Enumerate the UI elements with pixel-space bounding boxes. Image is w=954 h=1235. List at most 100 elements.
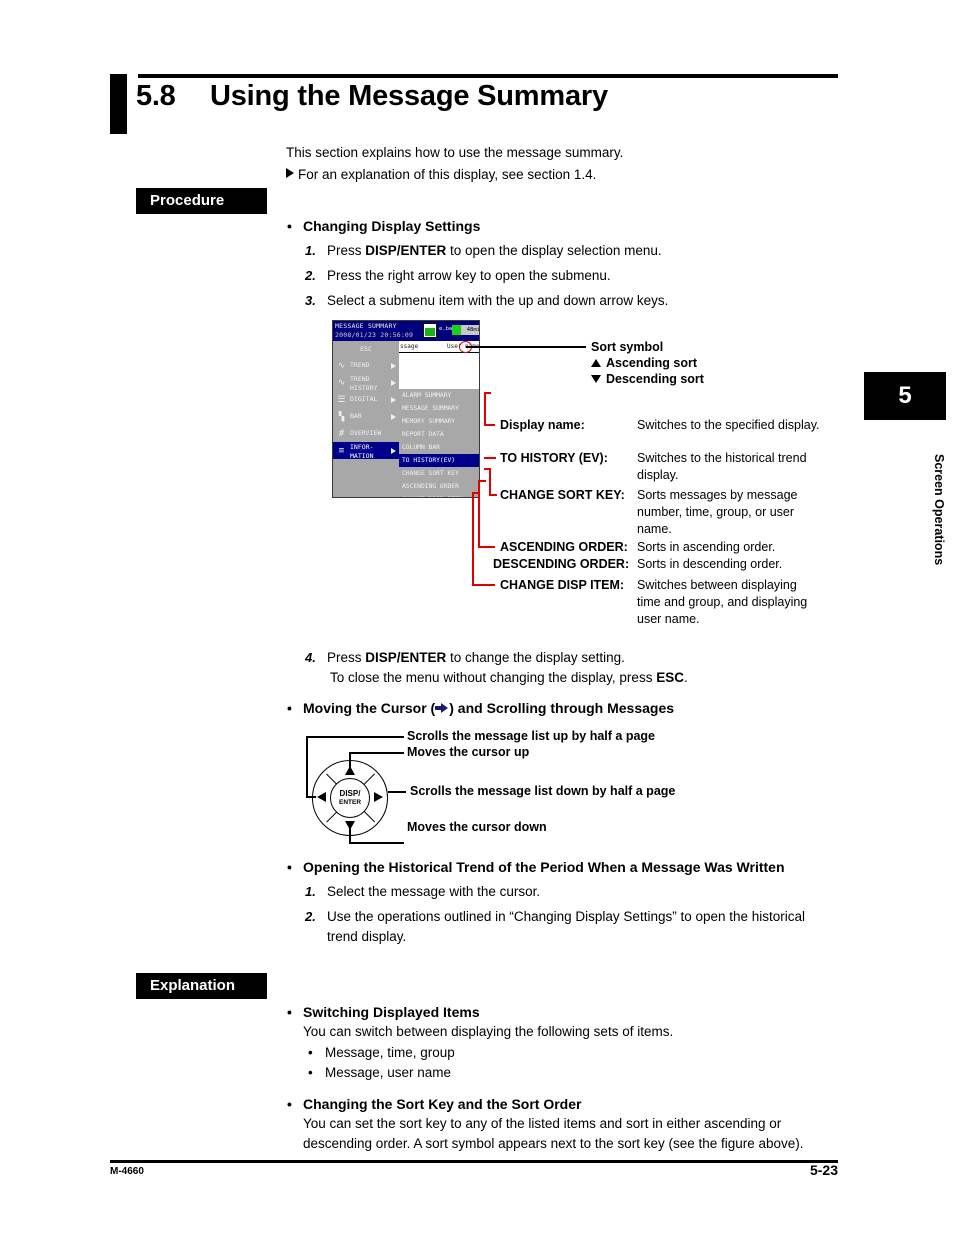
chevron-right-icon xyxy=(391,379,396,386)
menu-item-trend-history[interactable]: ∿ TREND HISTORY xyxy=(333,374,399,392)
callout-label-descending-order: DESCENDING ORDER: xyxy=(493,557,630,571)
callout-desc-dispitem-2: time and group, and displaying xyxy=(637,595,808,609)
step-4-number: 4. xyxy=(305,650,316,665)
submenu-item-message-summary[interactable]: MESSAGE SUMMARY xyxy=(399,402,479,415)
menu-item-trend-history-label: TREND HISTORY xyxy=(350,375,378,392)
bar-chart-icon: ▚ xyxy=(338,411,345,422)
keypad-left-leader-vertical xyxy=(306,736,308,798)
step-3-text: Select a submenu item with the up and do… xyxy=(327,293,669,308)
ht-step-2-text: Use the operations outlined in “Changing… xyxy=(327,909,806,924)
bracket-sortkey-top xyxy=(484,468,491,470)
bullet-historical-trend: • xyxy=(287,859,292,875)
menu-item-overview-label: OVERVIEW xyxy=(350,429,382,437)
footer-page-number: 5-23 xyxy=(809,1162,838,1178)
explanation-label: Explanation xyxy=(136,973,267,999)
step-1-number: 1. xyxy=(305,243,316,258)
triangle-right-icon xyxy=(286,168,294,178)
switching-intro-text: You can switch between displaying the fo… xyxy=(303,1024,674,1039)
intro-line-2: For an explanation of this display, see … xyxy=(286,167,596,182)
switching-item-1: Message, time, group xyxy=(325,1045,455,1060)
arrow-right-key[interactable] xyxy=(374,792,383,802)
callout-desc-descending: Sorts in descending order. xyxy=(637,557,783,571)
disp-enter-key[interactable]: DISP/ ENTER xyxy=(330,778,370,818)
column-header-message: ssage xyxy=(400,343,419,350)
step-3-number: 3. xyxy=(305,293,316,308)
callout-label-change-sort-key: CHANGE SORT KEY: xyxy=(500,488,625,502)
bracket-sortkey-vertical xyxy=(489,468,491,496)
heading-switching-displayed-items: Switching Displayed Items xyxy=(303,1004,480,1020)
device-main-menu: ESC ∿ TREND ∿ TREND HISTORY ☰ DIGITAL ▚ B… xyxy=(333,341,399,497)
submenu-item-alarm-summary[interactable]: ALARM SUMMARY xyxy=(399,389,479,402)
submenu-item-column-bar[interactable]: COLUMN BAR xyxy=(399,441,479,454)
chapter-tab-number: 5 xyxy=(864,372,946,420)
intro-line-2-text: For an explanation of this display, see … xyxy=(298,167,597,182)
trend-history-icon: ∿ xyxy=(337,377,346,388)
keypad-down-leader-horizontal xyxy=(349,842,404,844)
footer-document-id: M-4660 xyxy=(110,1166,144,1177)
page-title: Using the Message Summary xyxy=(210,80,608,112)
time-remaining-badge: 48min xyxy=(461,325,479,335)
device-screen-timestamp: 2008/01/23 20:56:09 xyxy=(335,331,414,339)
switching-sub-bullet-2: • xyxy=(308,1065,313,1080)
callout-desc-sortkey-3: name. xyxy=(637,522,672,536)
callout-label-change-disp-item: CHANGE DISP ITEM: xyxy=(500,578,625,592)
chevron-right-icon xyxy=(391,447,396,454)
bracket-dispitem-top xyxy=(472,492,480,494)
bracket-to-history xyxy=(484,457,496,459)
keypad-left-leader-horizontal xyxy=(306,736,404,738)
sortkey-line-2: descending order. A sort symbol appears … xyxy=(303,1136,804,1151)
bracket-display-name-top xyxy=(484,392,491,394)
keypad-label-right: Scrolls the message list down by half a … xyxy=(410,784,676,798)
heading-changing-sort-key: Changing the Sort Key and the Sort Order xyxy=(303,1096,582,1112)
keypad-diagram: DISP/ ENTER xyxy=(312,760,388,836)
menu-item-information[interactable]: ≡ INFOR- MATION xyxy=(333,442,399,460)
submenu-item-to-history[interactable]: TO HISTORY(EV) xyxy=(399,454,479,467)
submenu-item-memory-summary[interactable]: MEMORY SUMMARY xyxy=(399,415,479,428)
keypad-label-down: Moves the cursor down xyxy=(407,820,547,834)
step-2-text: Press the right arrow key to open the su… xyxy=(327,268,611,283)
callout-desc-sortkey-2: number, time, group, or user xyxy=(637,505,795,519)
bracket-ascending-stem xyxy=(478,546,495,548)
overview-grid-icon: # xyxy=(338,428,345,439)
keypad-right-leader xyxy=(388,791,406,793)
intro-line-1: This section explains how to use the mes… xyxy=(286,145,624,160)
heading-historical-trend: Opening the Historical Trend of the Peri… xyxy=(303,859,785,875)
menu-item-overview[interactable]: # OVERVIEW xyxy=(333,425,399,442)
callout-desc-sortkey-1: Sorts messages by message xyxy=(637,488,798,502)
step-4-line-2: To close the menu without changing the d… xyxy=(330,670,688,685)
menu-item-bar[interactable]: ▚ BAR xyxy=(333,408,399,425)
device-screen-illustration: MESSAGE SUMMARY 2008/01/23 20:56:09 e.ba… xyxy=(332,320,480,498)
submenu-item-change-sort-key[interactable]: CHANGE SORT KEY xyxy=(399,467,479,480)
menu-item-digital[interactable]: ☰ DIGITAL xyxy=(333,391,399,408)
callout-sort-symbol-title: Sort symbol xyxy=(591,340,664,354)
arrow-left-key[interactable] xyxy=(317,792,326,802)
device-submenu: ALARM SUMMARY MESSAGE SUMMARY MEMORY SUM… xyxy=(399,389,479,497)
submenu-item-ascending-order[interactable]: ASCENDING ORDER xyxy=(399,480,479,493)
digital-icon: ☰ xyxy=(337,394,346,405)
triangle-down-icon xyxy=(591,375,601,383)
callout-desc-dispitem-1: Switches between displaying xyxy=(637,578,797,592)
bracket-display-name-stem xyxy=(484,424,495,426)
ht-step-1-text: Select the message with the cursor. xyxy=(327,884,541,899)
chevron-right-icon xyxy=(391,413,396,420)
step-1-text: Press DISP/ENTER to open the display sel… xyxy=(327,243,662,258)
submenu-item-report-data[interactable]: REPORT DATA xyxy=(399,428,479,441)
bullet-changing-display: • xyxy=(287,218,292,234)
callout-ascending-sort: Ascending sort xyxy=(591,356,697,370)
keypad-left-leader-stub xyxy=(306,796,316,798)
keypad-label-left: Scrolls the message list up by half a pa… xyxy=(407,729,655,743)
menu-item-bar-label: BAR xyxy=(350,412,362,420)
submenu-item-change-disp-item[interactable]: CHANGE DISP ITEM xyxy=(399,493,479,497)
bracket-ascending-vertical xyxy=(478,480,480,546)
bracket-ascending-top xyxy=(478,480,486,482)
memory-tank-icon xyxy=(423,323,437,338)
menu-item-information-label: INFOR- MATION xyxy=(350,443,374,460)
menu-item-trend[interactable]: ∿ TREND xyxy=(333,357,399,374)
bullet-switching-items: • xyxy=(287,1004,292,1020)
section-number: 5.8 xyxy=(136,80,176,112)
callout-desc-ascending: Sorts in ascending order. xyxy=(637,540,776,554)
ht-step-1-number: 1. xyxy=(305,884,316,899)
menu-item-esc[interactable]: ESC xyxy=(333,341,399,357)
callout-desc-to-history-2: display. xyxy=(637,468,679,482)
switching-sub-bullet-1: • xyxy=(308,1045,313,1060)
